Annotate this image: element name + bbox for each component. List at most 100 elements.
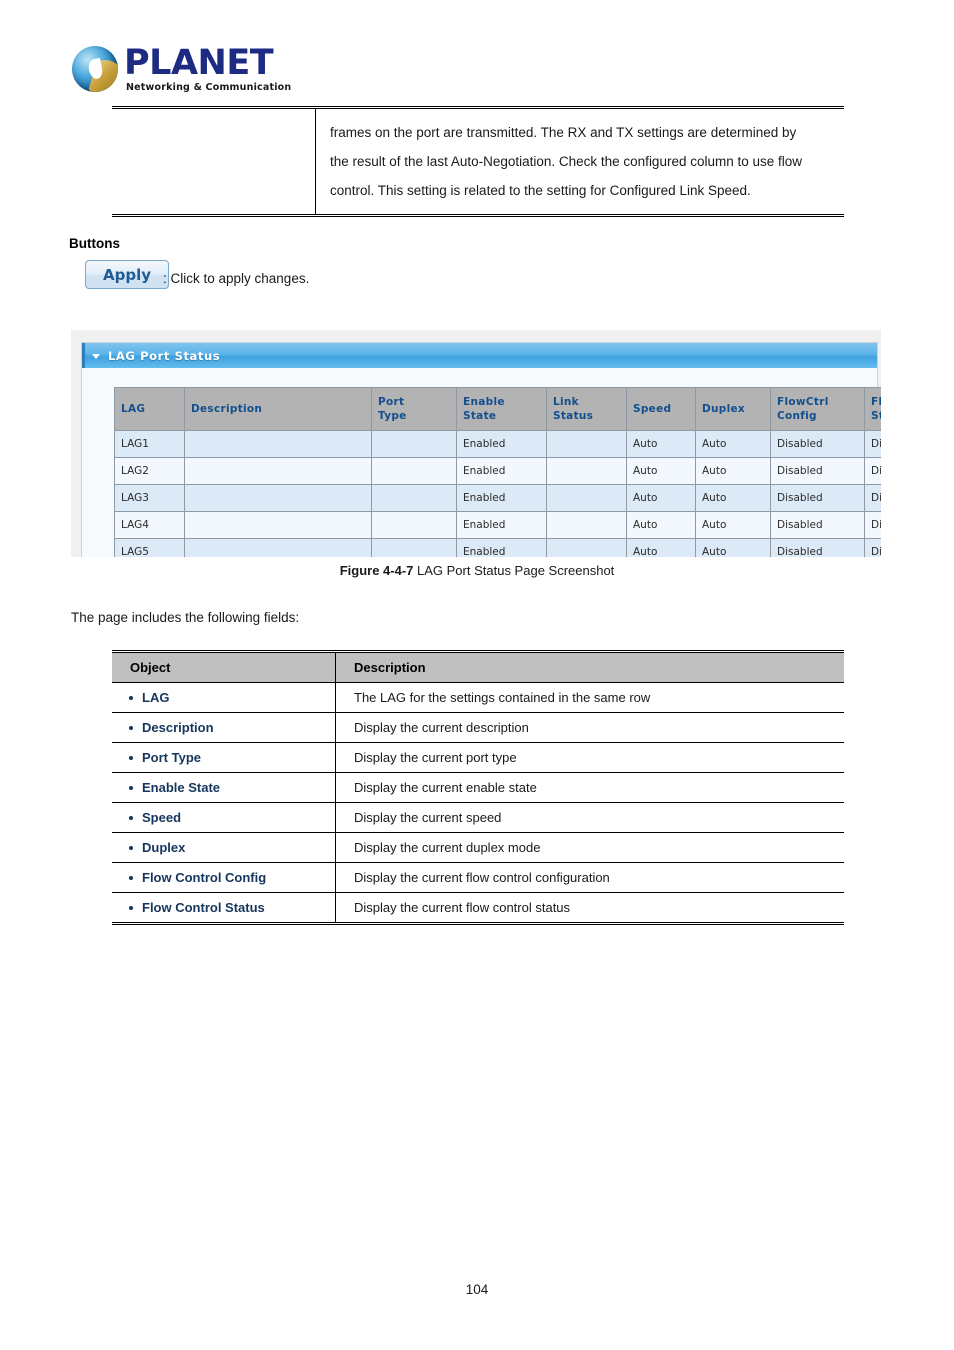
cell-flowctrl-status: Disabled [864, 538, 881, 557]
field-label: Speed [112, 802, 336, 833]
field-description: Display the current flow control configu… [335, 862, 844, 893]
cell-enable-state: Enabled [456, 538, 547, 557]
cell-lag: LAG3 [114, 484, 185, 512]
field-description: Display the current flow control status [354, 900, 571, 915]
cell-link-status [546, 430, 627, 458]
cell-enable-state: Enabled [456, 484, 547, 512]
lag-port-status-screenshot: LAG Port Status LAG Description Port Typ… [71, 330, 881, 557]
continued-object-cell [112, 109, 316, 214]
fields-header-row: Object Description [112, 651, 844, 683]
cell-speed: Auto [626, 457, 696, 485]
table-row: LAG5 Enabled Auto Auto Disabled Disabled [114, 538, 881, 557]
field-description: Display the current speed [335, 802, 844, 833]
cell-flowctrl-config: Disabled [770, 538, 865, 557]
figure-caption: Figure 4-4-7 LAG Port Status Page Screen… [0, 563, 954, 578]
cell-port-type [371, 430, 457, 458]
cell-description [184, 484, 372, 512]
lag-port-status-panel-header[interactable]: LAG Port Status [82, 343, 877, 368]
cell-description [184, 538, 372, 557]
leadin-text: The page includes the following fields: [71, 610, 300, 625]
fields-column-header-description: Description [335, 651, 844, 683]
cell-lag: LAG2 [114, 457, 185, 485]
table-row: LAG3 Enabled Auto Auto Disabled Disabled [114, 484, 881, 512]
lag-port-status-panel-body: LAG Description Port Type Enable State L… [82, 368, 881, 557]
column-header-lag: LAG [114, 387, 185, 431]
cell-port-type [371, 484, 457, 512]
column-header-link-status: Link Status [546, 387, 627, 431]
figure-title: LAG Port Status Page Screenshot [417, 563, 615, 578]
field-description: Display the current enable state [335, 772, 844, 803]
cell-speed: Auto [626, 538, 696, 557]
cell-enable-state: Enabled [456, 430, 547, 458]
column-header-description: Description [184, 387, 372, 431]
cell-flowctrl-config: Disabled [770, 511, 865, 539]
fields-description-table: Object Description LAG The LAG for the s… [112, 650, 844, 925]
field-label: Port Type [112, 742, 336, 773]
apply-button-row: Apply : Click to apply changes. [85, 260, 309, 289]
planet-logo: PLANET Networking & Communication [72, 42, 322, 100]
cell-flowctrl-config: Disabled [770, 484, 865, 512]
cell-flowctrl-status: Disabled [864, 457, 881, 485]
panel-title: LAG Port Status [108, 348, 221, 363]
table-row: LAG4 Enabled Auto Auto Disabled Disabled [114, 511, 881, 539]
column-header-duplex: Duplex [695, 387, 771, 431]
brand-name: PLANET [124, 43, 274, 83]
cell-link-status [546, 511, 627, 539]
buttons-heading: Buttons [69, 236, 120, 251]
paragraph-line-1: frames on the port are transmitted. The … [330, 125, 797, 140]
fields-row: Flow Control Status Display the current … [112, 892, 844, 924]
fields-row: Description Display the current descript… [112, 712, 844, 743]
field-label: Flow Control Status [112, 892, 336, 924]
table-row: LAG2 Enabled Auto Auto Disabled Disabled [114, 457, 881, 485]
cell-lag: LAG5 [114, 538, 185, 557]
field-description: Display the current description [335, 712, 844, 743]
fields-row: LAG The LAG for the settings contained i… [112, 682, 844, 713]
field-description: Display the current duplex mode [335, 832, 844, 863]
field-label: Enable State [112, 772, 336, 803]
cell-port-type [371, 457, 457, 485]
fields-row: Port Type Display the current port type [112, 742, 844, 773]
apply-button-caption: : Click to apply changes. [163, 271, 310, 286]
cell-lag: LAG1 [114, 430, 185, 458]
planet-globe-icon [72, 46, 118, 92]
field-description: Display the current port type [335, 742, 844, 773]
cell-enable-state: Enabled [456, 511, 547, 539]
cell-flowctrl-config: Disabled [770, 430, 865, 458]
cell-speed: Auto [626, 430, 696, 458]
cell-flowctrl-config: Disabled [770, 457, 865, 485]
field-label: Description [112, 712, 336, 743]
figure-number: Figure 4-4-7 [339, 563, 414, 578]
table-header-row: LAG Description Port Type Enable State L… [114, 387, 881, 431]
cell-duplex: Auto [695, 511, 771, 539]
column-header-flowctrl-status: FlowCtrl Status [864, 387, 881, 431]
apply-button[interactable]: Apply [85, 260, 169, 289]
chevron-down-icon[interactable] [92, 354, 100, 359]
lag-port-status-table: LAG Description Port Type Enable State L… [114, 387, 881, 557]
fields-column-header-object: Object [112, 651, 336, 683]
cell-duplex: Auto [695, 457, 771, 485]
brand-tagline: Networking & Communication [126, 82, 292, 93]
column-header-enable-state: Enable State [456, 387, 547, 431]
cell-speed: Auto [626, 484, 696, 512]
cell-flowctrl-status: Disabled [864, 430, 881, 458]
cell-duplex: Auto [695, 484, 771, 512]
cell-description [184, 430, 372, 458]
fields-row: Enable State Display the current enable … [112, 772, 844, 803]
cell-description [184, 511, 372, 539]
cell-flowctrl-status: Disabled [864, 484, 881, 512]
column-header-port-type: Port Type [371, 387, 457, 431]
field-description: The LAG for the settings contained in th… [335, 682, 844, 713]
cell-lag: LAG4 [114, 511, 185, 539]
cell-port-type [371, 538, 457, 557]
fields-row: Speed Display the current speed [112, 802, 844, 833]
cell-port-type [371, 511, 457, 539]
field-label: LAG [112, 682, 336, 713]
field-label: Flow Control Config [112, 862, 336, 893]
cell-speed: Auto [626, 511, 696, 539]
cell-duplex: Auto [695, 538, 771, 557]
page-number: 104 [465, 1282, 489, 1297]
cell-description [184, 457, 372, 485]
column-header-speed: Speed [626, 387, 696, 431]
cell-link-status [546, 457, 627, 485]
column-header-flowctrl-config: FlowCtrl Config [770, 387, 865, 431]
